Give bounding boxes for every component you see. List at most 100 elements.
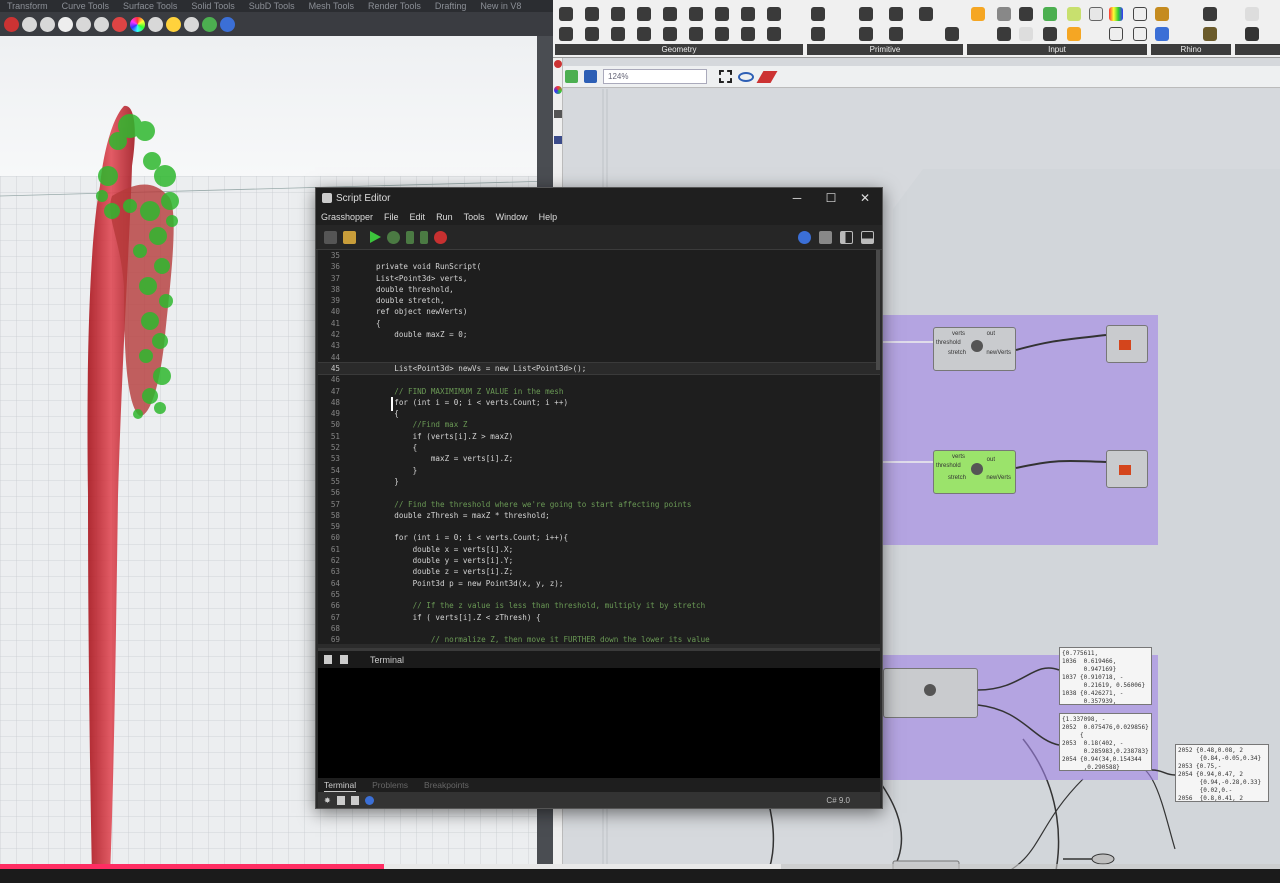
code-line[interactable]: 61 double x = verts[i].X; bbox=[318, 544, 880, 555]
code-line[interactable]: 53 maxZ = verts[i].Z; bbox=[318, 453, 880, 464]
compare-icon[interactable] bbox=[819, 230, 832, 244]
rhino-tab-subd-tools[interactable]: SubD Tools bbox=[242, 0, 302, 12]
sphere-icon[interactable] bbox=[184, 16, 199, 32]
split-horizontal-icon[interactable] bbox=[861, 230, 874, 244]
code-line[interactable]: 47 // FIND MAXIMIMUM Z VALUE in the mesh bbox=[318, 386, 880, 397]
maximize-button[interactable]: ☐ bbox=[814, 191, 848, 205]
settings-gear-icon[interactable]: ✸ bbox=[324, 796, 331, 805]
code-line[interactable]: 60 for (int i = 0; i < verts.Count; i++)… bbox=[318, 532, 880, 543]
code-line[interactable]: 67 if ( verts[i].Z < zThresh) { bbox=[318, 612, 880, 623]
code-line[interactable]: 43 bbox=[318, 340, 880, 351]
document-icon[interactable] bbox=[336, 795, 345, 805]
rhino-tab-render-tools[interactable]: Render Tools bbox=[361, 0, 428, 12]
code-line[interactable]: 45 List<Point3d> newVs = new List<Point3… bbox=[318, 361, 880, 376]
color-wheel-icon[interactable] bbox=[130, 16, 145, 32]
code-line[interactable]: 39 double stretch, bbox=[318, 295, 880, 306]
line-number: 47 bbox=[330, 386, 340, 396]
package-icon[interactable] bbox=[343, 230, 356, 244]
code-line[interactable]: 41 { bbox=[318, 318, 880, 329]
menu-run[interactable]: Run bbox=[436, 212, 453, 222]
save-icon[interactable] bbox=[324, 230, 337, 244]
minimize-button[interactable]: ─ bbox=[780, 191, 814, 205]
code-line[interactable]: 57 // Find the threshold where we're goi… bbox=[318, 499, 880, 510]
lock-icon[interactable] bbox=[94, 16, 109, 32]
light-icon[interactable] bbox=[58, 16, 73, 32]
close-button[interactable]: ✕ bbox=[848, 191, 882, 205]
code-line[interactable]: 59 bbox=[318, 521, 880, 532]
code-line[interactable]: 68 bbox=[318, 623, 880, 634]
document-icon[interactable] bbox=[350, 795, 359, 805]
code-line[interactable]: 52 { bbox=[318, 442, 880, 453]
code-line[interactable]: 63 double z = verts[i].Z; bbox=[318, 566, 880, 577]
copy-icon[interactable] bbox=[324, 655, 332, 664]
menu-window[interactable]: Window bbox=[496, 212, 528, 222]
rhino-tab-new-in-v8[interactable]: New in V8 bbox=[473, 0, 528, 12]
code-text: //Find max Z bbox=[376, 420, 468, 430]
render-icon[interactable] bbox=[4, 16, 19, 32]
code-line[interactable]: 40 ref object newVerts) bbox=[318, 306, 880, 317]
menu-grasshopper[interactable]: Grasshopper bbox=[321, 212, 373, 222]
help-icon[interactable] bbox=[220, 16, 235, 32]
record-icon[interactable] bbox=[434, 230, 447, 244]
code-line[interactable]: 69 // normalize Z, then move it FURTHER … bbox=[318, 634, 880, 644]
terminal-output[interactable] bbox=[318, 668, 880, 778]
help-icon[interactable] bbox=[364, 795, 374, 805]
code-text: if (verts[i].Z > maxZ) bbox=[376, 431, 514, 441]
rhino-tab-drafting[interactable]: Drafting bbox=[428, 0, 474, 12]
code-line[interactable]: 35 bbox=[318, 250, 880, 261]
tab-problems[interactable]: Problems bbox=[372, 778, 408, 792]
code-line[interactable]: 46 bbox=[318, 374, 880, 385]
menu-help[interactable]: Help bbox=[539, 212, 558, 222]
code-line[interactable]: 65 bbox=[318, 589, 880, 600]
camera-icon[interactable] bbox=[40, 16, 55, 32]
light-bulb-icon[interactable] bbox=[76, 16, 91, 32]
step-into-icon[interactable] bbox=[406, 230, 414, 244]
code-line[interactable]: 36 private void RunScript( bbox=[318, 261, 880, 272]
trash-icon[interactable] bbox=[340, 655, 348, 664]
grasshopper-icon[interactable] bbox=[202, 16, 217, 32]
rhino-tab-curve-tools[interactable]: Curve Tools bbox=[55, 0, 116, 12]
tab-terminal[interactable]: Terminal bbox=[324, 778, 357, 792]
rhino-tab-transform[interactable]: Transform bbox=[0, 0, 55, 12]
material-icon[interactable] bbox=[112, 16, 127, 32]
rhino-tab-surface-tools[interactable]: Surface Tools bbox=[116, 0, 184, 12]
code-line[interactable]: 42 double maxZ = 0; bbox=[318, 329, 880, 340]
menu-tools[interactable]: Tools bbox=[464, 212, 485, 222]
code-line[interactable]: 48 for (int i = 0; i < verts.Count; i ++… bbox=[318, 397, 880, 408]
tab-breakpoints[interactable]: Breakpoints bbox=[424, 778, 469, 792]
eye-icon[interactable] bbox=[22, 16, 37, 32]
code-line[interactable]: 49 { bbox=[318, 408, 880, 419]
rhino-tab-solid-tools[interactable]: Solid Tools bbox=[184, 0, 241, 12]
code-text: { bbox=[376, 318, 381, 328]
code-line[interactable]: 55 } bbox=[318, 476, 880, 487]
line-number: 38 bbox=[330, 284, 340, 294]
menu-file[interactable]: File bbox=[384, 212, 399, 222]
code-text: // If the z value is less than threshold… bbox=[376, 601, 706, 611]
code-line[interactable]: 58 double zThresh = maxZ * threshold; bbox=[318, 510, 880, 521]
code-line[interactable]: 62 double y = verts[i].Y; bbox=[318, 555, 880, 566]
split-vertical-icon[interactable] bbox=[840, 230, 853, 244]
code-editor[interactable]: 35 36 private void RunScript(37 List<Point3… bbox=[318, 250, 880, 644]
script-editor-window[interactable]: Script Editor ─ ☐ ✕ Grasshopper File Edi… bbox=[315, 187, 883, 809]
menu-edit[interactable]: Edit bbox=[410, 212, 426, 222]
line-number: 35 bbox=[330, 251, 340, 260]
code-line[interactable]: 38 double threshold, bbox=[318, 284, 880, 295]
environment-icon[interactable] bbox=[148, 16, 163, 32]
code-line[interactable]: 44 bbox=[318, 352, 880, 363]
line-number: 49 bbox=[330, 409, 340, 419]
step-over-icon[interactable] bbox=[387, 230, 400, 244]
sun-icon[interactable] bbox=[166, 16, 181, 32]
code-line[interactable]: 50 //Find max Z bbox=[318, 419, 880, 430]
code-line[interactable]: 64 Point3d p = new Point3d(x, y, z); bbox=[318, 578, 880, 589]
code-line[interactable]: 37 List<Point3d> verts, bbox=[318, 273, 880, 284]
rhino-tab-mesh-tools[interactable]: Mesh Tools bbox=[302, 0, 361, 12]
code-line[interactable]: 56 bbox=[318, 487, 880, 498]
code-line[interactable]: 51 if (verts[i].Z > maxZ) bbox=[318, 431, 880, 442]
run-icon[interactable] bbox=[370, 231, 381, 243]
code-line[interactable]: 54 } bbox=[318, 465, 880, 476]
code-line[interactable]: 66 // If the z value is less than thresh… bbox=[318, 600, 880, 611]
code-scrollbar[interactable] bbox=[876, 250, 880, 370]
preview-eye-icon[interactable] bbox=[798, 230, 811, 244]
editor-title-bar[interactable]: Script Editor ─ ☐ ✕ bbox=[316, 188, 882, 208]
step-out-icon[interactable] bbox=[420, 230, 428, 244]
